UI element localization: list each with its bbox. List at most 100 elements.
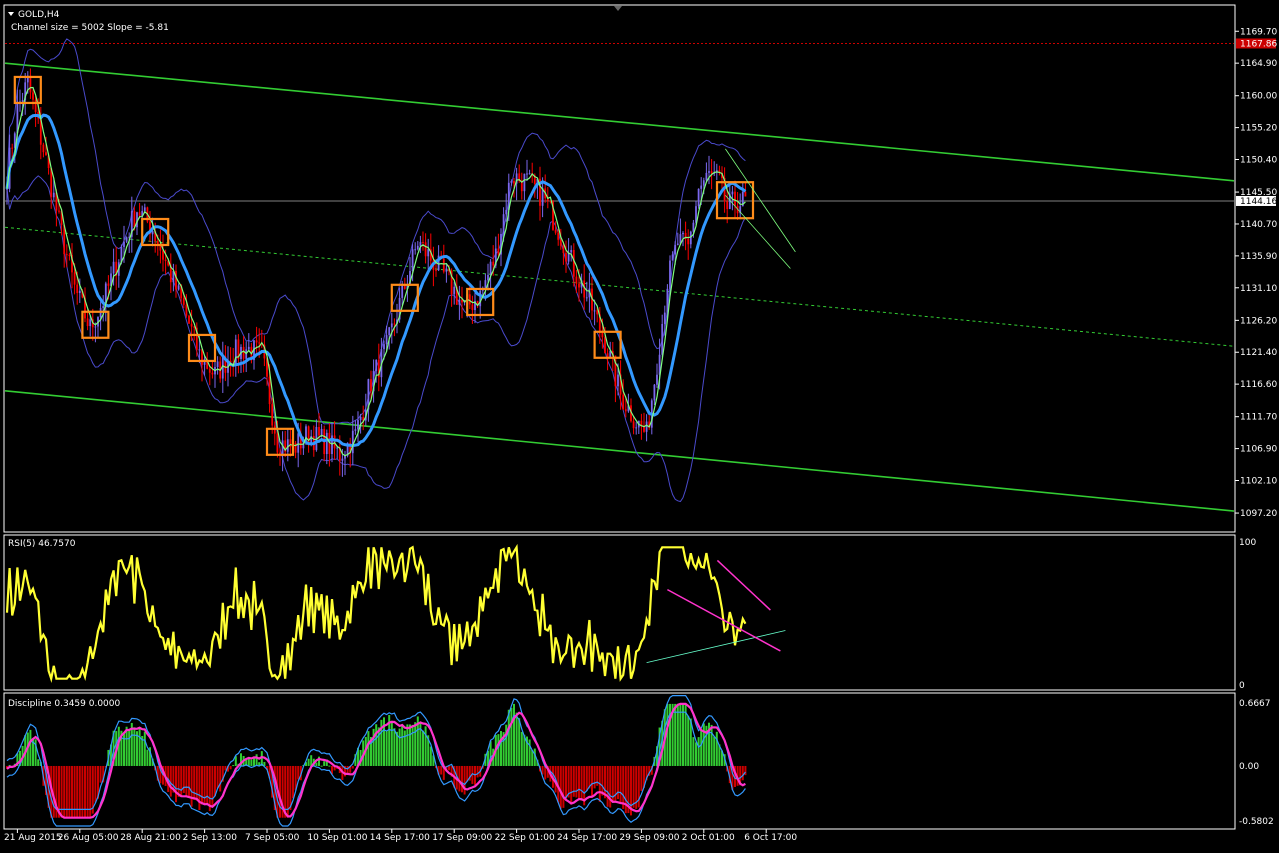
- x-tick-label: 10 Sep 01:00: [307, 833, 367, 843]
- price-bar-body: [107, 283, 110, 286]
- discipline-bar: [640, 765, 643, 791]
- discipline-bar: [632, 765, 635, 808]
- discipline-header: Discipline 0.3459 0.0000: [8, 699, 121, 709]
- discipline-bar: [177, 765, 180, 797]
- bottom-scrollbar[interactable]: [0, 844, 1279, 853]
- discipline-bar: [409, 724, 411, 766]
- discipline-bar: [591, 765, 593, 797]
- price-bar-body: [318, 426, 320, 436]
- y-tick-label: 1150.40: [1240, 156, 1277, 166]
- y-tick-label: 1164.90: [1240, 59, 1277, 69]
- price-bar-body: [416, 245, 419, 250]
- discipline-bar: [297, 765, 300, 780]
- x-tick-label: 17 Sep 09:00: [432, 833, 492, 843]
- x-tick-label: 22 Sep 01:00: [495, 833, 555, 843]
- discipline-bar: [585, 765, 588, 791]
- price-bar-body: [32, 92, 34, 100]
- x-tick-label: 21 Aug 2015: [4, 833, 62, 843]
- rsi-bottom-label: 0: [1239, 681, 1245, 691]
- discipline-bar: [138, 727, 141, 766]
- price-bar-body: [42, 144, 45, 153]
- price-bar-body: [744, 191, 747, 197]
- discipline-bar: [99, 765, 102, 783]
- discipline-bar: [219, 765, 222, 792]
- price-bar-body: [333, 435, 336, 449]
- trading-chart: 1169.701164.901160.001155.201150.401145.…: [3, 4, 1277, 843]
- price-bar-body: [702, 180, 705, 186]
- price-bar-body: [705, 172, 708, 181]
- price-bar-body: [510, 181, 513, 183]
- discipline-bar: [695, 742, 697, 766]
- price-bar-body: [86, 318, 89, 327]
- price-bar-body: [6, 188, 8, 190]
- y-tick-label: 1126.20: [1240, 316, 1277, 326]
- price-bar-body: [216, 361, 219, 367]
- price-bar-body: [65, 254, 68, 256]
- discipline-bar: [570, 765, 573, 805]
- discipline-bar: [507, 709, 510, 766]
- discipline-bar: [351, 765, 354, 769]
- discipline-bar: [216, 765, 219, 789]
- current-price-label: 1144.16: [1240, 197, 1277, 207]
- price-bar-body: [484, 280, 487, 288]
- discipline-bar: [559, 765, 562, 809]
- price-bar-body: [663, 312, 666, 324]
- price-bar-body: [669, 260, 671, 289]
- price-bar-body: [492, 261, 495, 266]
- price-bar-body: [502, 214, 505, 234]
- discipline-panel: [6, 695, 747, 827]
- price-bar-body: [565, 252, 567, 262]
- discipline-bar: [510, 707, 513, 766]
- price-bar-body: [393, 323, 396, 325]
- discipline-bar: [617, 765, 619, 800]
- discipline-bar: [710, 724, 713, 766]
- price-bar-body: [29, 75, 32, 93]
- scroll-marker-icon[interactable]: [614, 6, 622, 11]
- rsi-line: [5, 543, 747, 683]
- price-bar-body: [676, 243, 679, 245]
- discipline-bar: [125, 726, 128, 766]
- price-bar-body: [354, 429, 357, 431]
- discipline-bar: [390, 720, 393, 766]
- discipline-bar: [289, 765, 292, 811]
- price-bar-body: [424, 242, 427, 257]
- price-bar-body: [622, 394, 625, 410]
- discipline-bar: [697, 737, 700, 766]
- x-tick-label: 29 Sep 09:00: [619, 833, 679, 843]
- discipline-bar: [713, 736, 716, 766]
- price-bar-body: [575, 276, 578, 284]
- discipline-bar: [562, 765, 565, 808]
- x-tick-label: 24 Sep 17:00: [557, 833, 617, 843]
- price-bar-body: [572, 250, 575, 277]
- price-bar-body: [58, 210, 60, 212]
- price-bar-body: [734, 191, 736, 206]
- discipline-bar: [515, 712, 518, 766]
- discipline-bar: [292, 765, 294, 799]
- discipline-bar: [206, 765, 209, 805]
- discipline-bar: [702, 723, 705, 766]
- channel-info: Channel size = 5002 Slope = -5.81: [11, 23, 169, 33]
- collapse-arrow-icon[interactable]: [8, 12, 14, 16]
- y-tick-label: 1131.10: [1240, 284, 1277, 294]
- price-bar-body: [505, 209, 508, 215]
- discipline-bar: [195, 765, 198, 801]
- price-bar-body: [513, 181, 515, 184]
- discipline-bar: [424, 726, 427, 766]
- discipline-bar: [315, 762, 318, 766]
- price-bar-body: [692, 222, 695, 232]
- price-bar-body: [445, 268, 448, 272]
- price-bar-body: [182, 298, 185, 305]
- wedge-line-lower: [725, 195, 791, 269]
- discipline-bar: [279, 765, 281, 818]
- discipline-bar: [606, 765, 609, 807]
- x-tick-label: 6 Oct 17:00: [744, 833, 797, 843]
- price-bar-body: [593, 310, 596, 312]
- price-bar-body: [271, 404, 274, 426]
- y-tick-label: 1155.20: [1240, 124, 1277, 134]
- discipline-bar: [463, 765, 466, 795]
- discipline-bar: [320, 765, 323, 767]
- price-bar-body: [671, 254, 674, 261]
- discipline-bar: [37, 759, 40, 766]
- price-bar-body: [643, 426, 645, 432]
- price-bar-body: [68, 254, 71, 256]
